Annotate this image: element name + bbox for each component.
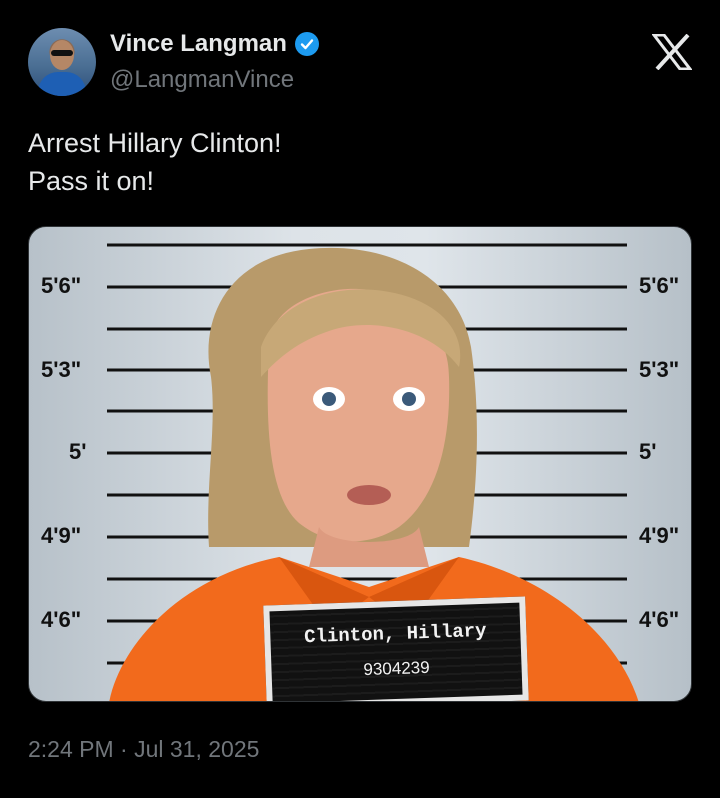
booking-placard: Clinton, Hillary 9304239 bbox=[263, 596, 529, 701]
height-label-right: 4'9" bbox=[639, 523, 680, 548]
post-text-line: Arrest Hillary Clinton! bbox=[28, 128, 282, 158]
height-label-right: 5'6" bbox=[639, 273, 680, 298]
height-label-left: 5'3" bbox=[41, 357, 82, 382]
height-label-left: 4'9" bbox=[41, 523, 82, 548]
avatar-shirt bbox=[38, 72, 86, 96]
placard-name: Clinton, Hillary bbox=[303, 619, 487, 649]
post-text-line: Pass it on! bbox=[28, 166, 155, 196]
avatar-sunglasses bbox=[51, 50, 73, 56]
post-timestamp[interactable]: 2:24 PM · Jul 31, 2025 bbox=[28, 736, 259, 763]
author-avatar[interactable] bbox=[28, 28, 96, 96]
height-label-right: 5' bbox=[639, 439, 657, 464]
verified-badge-icon bbox=[294, 32, 319, 56]
height-label-left: 5' bbox=[69, 439, 87, 464]
height-label-left: 4'6" bbox=[41, 607, 82, 632]
author-name[interactable]: Vince Langman bbox=[110, 30, 287, 58]
x-logo-icon[interactable] bbox=[652, 34, 692, 70]
placard-number: 9304239 bbox=[363, 657, 430, 680]
height-label-right: 5'3" bbox=[639, 357, 680, 382]
post-text: Arrest Hillary Clinton! Pass it on! bbox=[28, 124, 282, 200]
post-image[interactable]: 5'6" 5'3" 5' 4'9" 4'6" 5'6" 5'3" 5' 4'9"… bbox=[28, 226, 692, 702]
author-handle[interactable]: @LangmanVince bbox=[110, 66, 294, 94]
height-label-right: 4'6" bbox=[639, 607, 680, 632]
height-label-left: 5'6" bbox=[41, 273, 82, 298]
author-name-row: Vince Langman bbox=[110, 30, 319, 58]
